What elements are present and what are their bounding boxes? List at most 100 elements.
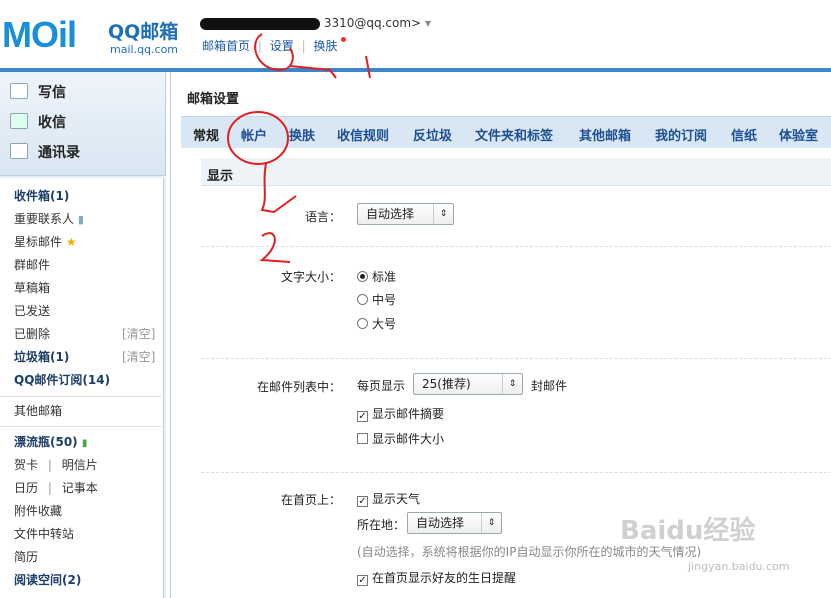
nav-separator: |: [301, 39, 306, 53]
tab-skin[interactable]: 换肤: [289, 125, 315, 144]
folder-starred[interactable]: 星标邮件 ★: [14, 234, 77, 250]
contacts-label: 通讯录: [38, 145, 80, 161]
folder-deleted-label: 已删除: [14, 327, 51, 341]
folder-vip[interactable]: 重要联系人 ▮: [14, 211, 84, 228]
chevron-updown-icon: ⇕: [433, 204, 453, 224]
settings-tabs: 常规 帐户 换肤 收信规则 反垃圾 文件夹和标签 其他邮箱 我的订阅 信纸 体验…: [181, 116, 831, 148]
tab-antispam[interactable]: 反垃圾: [413, 125, 452, 144]
tab-general[interactable]: 常规: [193, 125, 219, 144]
font-standard-label: 标准: [372, 270, 397, 284]
logo-name: QQ邮箱: [108, 21, 179, 43]
notebook-link[interactable]: 记事本: [62, 481, 98, 495]
divider: [0, 426, 162, 427]
folder-subscribe[interactable]: QQ邮件订阅(14): [14, 372, 110, 388]
calendar-link[interactable]: 日历: [14, 481, 38, 495]
font-large-radio[interactable]: 大号: [357, 315, 396, 332]
home-label: 在首页上：: [280, 493, 341, 507]
folder-drift-bottle[interactable]: 漂流瓶(50) ▮: [14, 434, 87, 452]
folder-resume[interactable]: 简历: [14, 549, 38, 565]
nav-settings[interactable]: 设置: [270, 39, 294, 53]
qq-mail-logo[interactable]: MOil QQ邮箱 mail.qq.com: [0, 10, 200, 58]
bottle-icon: ▮: [81, 438, 88, 449]
folder-inbox[interactable]: 收件箱(1): [14, 188, 69, 204]
font-medium-radio[interactable]: 中号: [357, 291, 396, 308]
divider: [201, 358, 831, 359]
account-menu[interactable]: 3310@qq.com> ▾: [200, 16, 431, 30]
folder-reading[interactable]: 阅读空间(2): [14, 572, 81, 588]
language-select[interactable]: 自动选择 ⇕: [357, 203, 454, 225]
chevron-down-icon: ▾: [424, 16, 431, 30]
nav-skin[interactable]: 换肤: [313, 39, 337, 53]
folder-deleted[interactable]: 已删除 [清空]: [14, 326, 164, 342]
header-nav: 邮箱首页 | 设置 | 换肤: [202, 37, 347, 54]
divider: [201, 472, 831, 473]
location-label: 所在地：: [357, 518, 406, 532]
folder-spam[interactable]: 垃圾箱(1) [清空]: [14, 349, 164, 365]
sidebar-actions: 写信 收信 通讯录: [0, 72, 166, 176]
inbox-button[interactable]: 收信: [10, 112, 66, 134]
folder-other-mailbox[interactable]: 其他邮箱: [14, 403, 62, 419]
tab-lab[interactable]: 体验室: [779, 125, 818, 144]
language-value: 自动选择: [366, 207, 415, 221]
show-weather-checkbox[interactable]: ✓ 显示天气: [357, 490, 420, 507]
chevron-updown-icon: ⇕: [481, 513, 501, 533]
drift-label: 漂流瓶(50): [14, 435, 78, 449]
checkbox-checked-icon: ✓: [357, 411, 368, 422]
logo-mark: MOil: [2, 14, 77, 55]
checkbox-icon: [357, 433, 368, 444]
birthday-checkbox[interactable]: ✓ 在首页显示好友的生日提醒: [357, 569, 516, 586]
sidebar: 写信 收信 通讯录 收件箱(1) 重要联系人 ▮ 星标邮件 ★ 群邮件 草稿箱 …: [0, 72, 166, 598]
font-size-label: 文字大小：: [280, 270, 341, 284]
tab-stationery[interactable]: 信纸: [731, 125, 757, 144]
show-summary-label: 显示邮件摘要: [372, 407, 445, 421]
font-large-label: 大号: [372, 317, 397, 331]
contacts-button[interactable]: 通讯录: [10, 142, 80, 164]
calendar-row: 日历 | 记事本: [14, 480, 98, 496]
location-value: 自动选择: [416, 516, 465, 530]
folder-file-transfer[interactable]: 文件中转站: [14, 526, 74, 542]
card-link[interactable]: 贺卡: [14, 458, 38, 472]
compose-label: 写信: [38, 85, 66, 101]
divider: [0, 396, 162, 397]
inbox-download-icon: [10, 113, 28, 129]
section-header: 显示: [201, 158, 831, 186]
clear-spam-link[interactable]: [清空]: [122, 349, 155, 365]
card-row: 贺卡 | 明信片: [14, 457, 98, 473]
logo-domain: mail.qq.com: [110, 43, 179, 56]
per-page-select[interactable]: 25(推荐) ⇕: [413, 373, 523, 395]
radio-checked-icon: [357, 271, 368, 282]
compose-button[interactable]: 写信: [10, 82, 66, 104]
folder-starred-label: 星标邮件: [14, 235, 63, 249]
watermark-url: jingyan.baidu.com: [688, 560, 790, 573]
folder-group[interactable]: 群邮件: [14, 257, 50, 273]
tab-rules[interactable]: 收信规则: [337, 125, 389, 144]
divider: [201, 246, 831, 247]
inbox-label: 收信: [38, 115, 66, 131]
folder-list: 收件箱(1) 重要联系人 ▮ 星标邮件 ★ 群邮件 草稿箱 已发送 已删除 [清空…: [0, 178, 164, 598]
tab-folders-labels[interactable]: 文件夹和标签: [475, 125, 553, 144]
postcard-link[interactable]: 明信片: [62, 458, 98, 472]
folder-attachments[interactable]: 附件收藏: [14, 503, 62, 519]
language-label: 语言：: [304, 210, 341, 224]
tab-other-mailboxes[interactable]: 其他邮箱: [579, 125, 631, 144]
tab-subscriptions[interactable]: 我的订阅: [655, 125, 707, 144]
tab-account[interactable]: 帐户: [241, 125, 267, 144]
folder-drafts[interactable]: 草稿箱: [14, 280, 50, 296]
show-size-checkbox[interactable]: 显示邮件大小: [357, 430, 444, 447]
folder-sent[interactable]: 已发送: [14, 303, 50, 319]
show-summary-checkbox[interactable]: ✓ 显示邮件摘要: [357, 405, 444, 422]
clear-deleted-link[interactable]: [清空]: [122, 326, 155, 342]
section-title: 显示: [207, 169, 234, 184]
checkbox-checked-icon: ✓: [357, 496, 368, 507]
nav-mail-home[interactable]: 邮箱首页: [202, 39, 250, 53]
checkbox-checked-icon: ✓: [357, 575, 368, 586]
pencil-icon: [10, 83, 28, 99]
location-select[interactable]: 自动选择 ⇕: [407, 512, 502, 534]
per-page-prefix: 每页显示: [357, 379, 406, 393]
baidu-watermark: Baidu经验: [620, 516, 756, 546]
chevron-updown-icon: ⇕: [502, 374, 522, 394]
radio-icon: [357, 318, 368, 329]
font-standard-radio[interactable]: 标准: [357, 268, 396, 285]
show-weather-label: 显示天气: [372, 492, 421, 506]
new-dot-icon: [341, 37, 347, 42]
